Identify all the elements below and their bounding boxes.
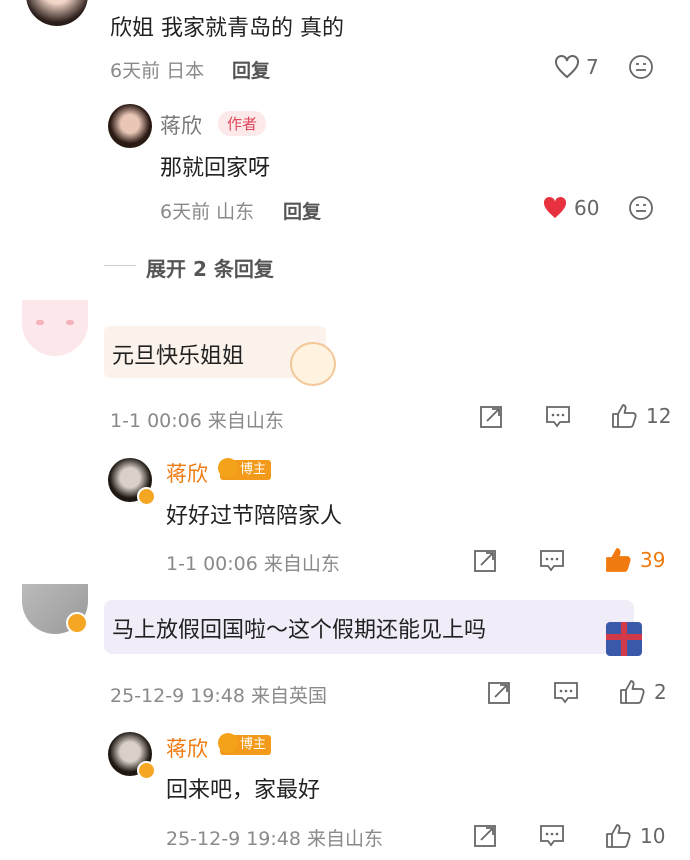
author-badge: 作者 [218,111,267,136]
reply-author-name[interactable]: 蒋欣 [166,458,208,488]
like-count: 2 [654,680,667,704]
avatar[interactable] [22,300,88,356]
crown-icon [218,458,238,478]
comment-text: 欣姐 我家就青岛的 真的 [110,16,344,41]
like-button[interactable]: 2 [618,678,667,706]
crown-icon [218,733,238,753]
divider [104,265,136,266]
thumbs-up-filled-icon [606,548,631,572]
comment-icon[interactable] [538,823,566,849]
like-count: 60 [574,196,600,220]
expand-replies-button[interactable]: 展开 2 条回复 [146,253,274,282]
like-count: 10 [640,824,666,848]
share-icon[interactable] [472,823,498,849]
reply-meta: 25-12-9 19:48 来自山东 [166,828,383,850]
reply-author-name[interactable]: 蒋欣 [160,110,202,140]
share-icon[interactable] [486,680,512,706]
comment-icon[interactable] [552,680,580,706]
bubble-sticker [290,342,336,386]
comment-meta: 6天前 日本 [110,60,205,82]
like-button[interactable]: 12 [610,402,671,430]
like-button[interactable]: 39 [604,546,665,574]
comment-text: 马上放假回国啦～这个假期还能见上吗 [112,618,487,643]
thumbs-up-icon [612,404,637,428]
like-button[interactable]: 10 [604,822,665,850]
reply-button[interactable]: 回复 [232,56,270,83]
reply-meta: 6天前 山东 [160,201,255,223]
share-icon[interactable] [472,548,498,574]
like-count: 12 [646,404,672,428]
emoji-face-icon[interactable] [628,195,654,221]
gift-box-icon [606,622,642,656]
comment-icon[interactable] [544,404,572,430]
like-count: 7 [586,55,599,79]
heart-filled-icon [543,196,567,218]
heart-outline-icon [555,55,579,79]
verified-icon [137,761,156,780]
like-button[interactable]: 60 [542,196,599,220]
reply-author-name[interactable]: 蒋欣 [166,733,208,763]
thumbs-up-icon [606,824,631,848]
reply-text: 回来吧，家最好 [166,778,321,803]
reply-meta: 1-1 00:06 来自山东 [166,553,340,575]
comment-meta: 25-12-9 19:48 来自英国 [110,685,327,707]
avatar[interactable] [26,0,88,26]
reply-button[interactable]: 回复 [283,197,321,224]
like-button[interactable]: 7 [554,55,599,79]
emoji-face-icon[interactable] [628,54,654,80]
reply-text: 那就回家呀 [160,156,271,181]
avatar[interactable] [108,104,152,148]
like-count: 39 [640,548,666,572]
share-icon[interactable] [478,404,504,430]
comment-text: 元旦快乐姐姐 [112,344,245,369]
comment-meta: 1-1 00:06 来自山东 [110,410,284,432]
verified-icon [137,487,156,506]
thumbs-up-icon [620,680,645,704]
reply-text: 好好过节陪陪家人 [166,504,343,529]
comment-icon[interactable] [538,548,566,574]
verified-icon [66,612,88,634]
